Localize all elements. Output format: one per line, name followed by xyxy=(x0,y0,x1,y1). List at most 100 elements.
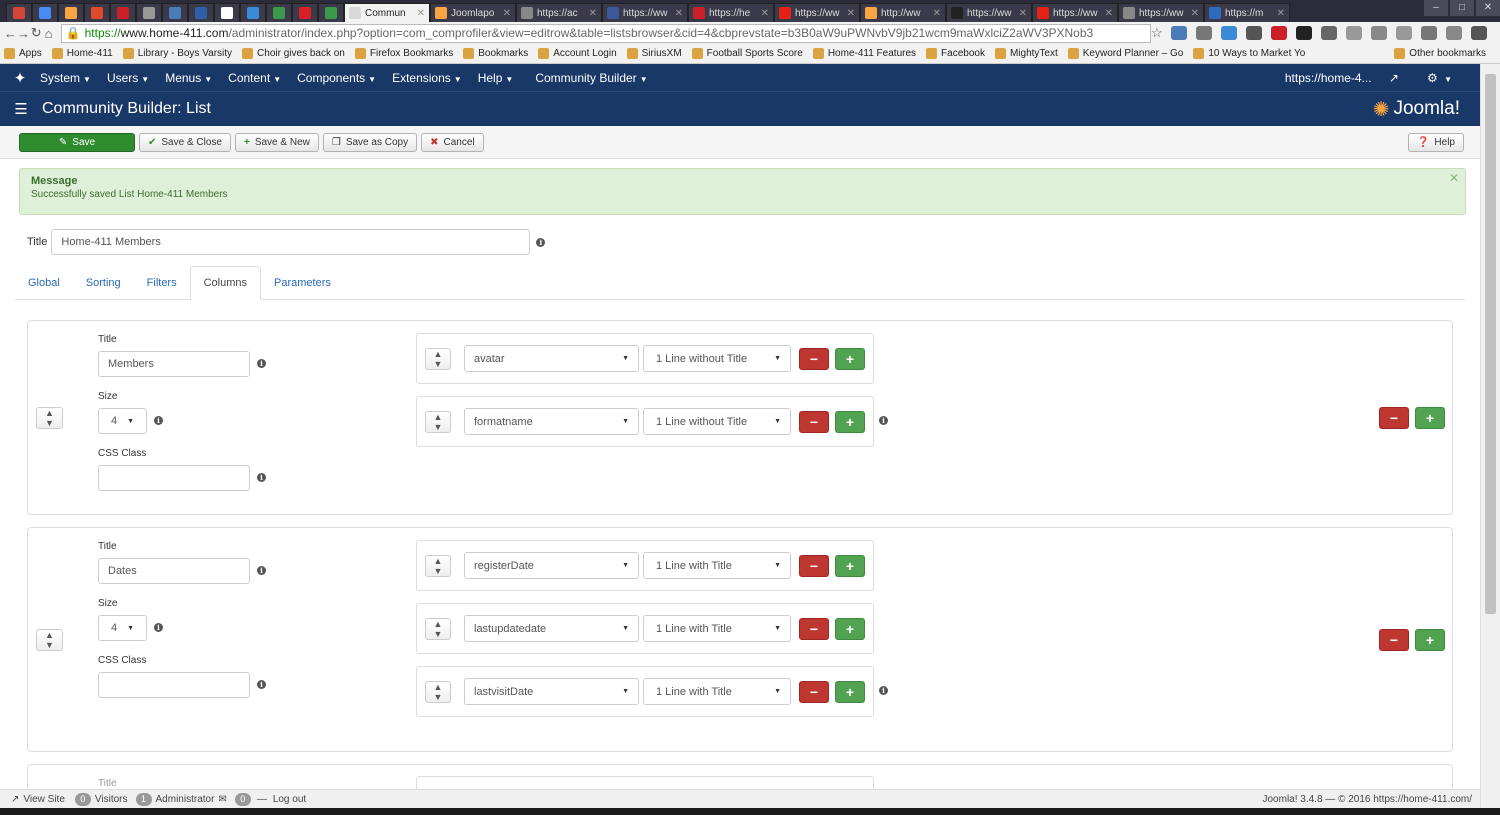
remove-field-button[interactable]: − xyxy=(799,411,829,433)
extension-icon[interactable] xyxy=(1320,26,1337,40)
extension-icon[interactable] xyxy=(1270,26,1287,40)
menu-users[interactable]: Users ▼ xyxy=(107,71,149,85)
bookmark-item[interactable]: SiriusXM xyxy=(626,48,682,59)
save-new-button[interactable]: + Save & New xyxy=(234,132,319,152)
close-tab-icon[interactable]: ✕ xyxy=(844,8,855,19)
display-select[interactable]: 1 Line without Title ▼ xyxy=(643,345,791,372)
user-settings-gear-icon[interactable]: ⚙ ▼ xyxy=(1427,71,1466,85)
field-select[interactable]: avatar ▼ xyxy=(464,345,639,372)
other-bookmarks[interactable]: Other bookmarks xyxy=(1394,48,1486,59)
tab-sorting[interactable]: Sorting xyxy=(73,266,134,299)
maximize-icon[interactable]: □ xyxy=(1450,0,1474,16)
add-field-button[interactable]: + xyxy=(835,681,865,703)
extension-icon[interactable] xyxy=(1170,26,1187,40)
forward-icon[interactable]: → xyxy=(17,26,30,41)
close-window-icon[interactable]: ✕ xyxy=(1476,0,1500,16)
save-button[interactable]: ✎ Save xyxy=(19,132,135,152)
add-column-button[interactable]: + xyxy=(1415,629,1445,651)
site-link[interactable]: https://home-4... ↗ xyxy=(1285,71,1413,85)
view-site-link[interactable]: View Site xyxy=(23,794,65,805)
menu-menus[interactable]: Menus ▼ xyxy=(165,71,212,85)
menu-components[interactable]: Components ▼ xyxy=(297,71,376,85)
browser-tab[interactable] xyxy=(318,3,344,22)
bookmark-item[interactable]: Library - Boys Varsity xyxy=(122,48,232,59)
bookmark-item[interactable]: Football Sports Score xyxy=(691,48,803,59)
save-copy-button[interactable]: ❐ Save as Copy xyxy=(322,132,418,152)
browser-tab[interactable] xyxy=(162,3,188,22)
bookmark-item[interactable]: Facebook xyxy=(926,48,985,59)
bookmark-item[interactable]: Keyword Planner – Go xyxy=(1067,48,1183,59)
menu-content[interactable]: Content ▼ xyxy=(228,71,281,85)
remove-field-button[interactable]: − xyxy=(799,555,829,577)
close-tab-icon[interactable]: ✕ xyxy=(758,8,769,19)
tab-global[interactable]: Global xyxy=(15,266,73,299)
browser-tab[interactable] xyxy=(58,3,84,22)
bookmark-item[interactable]: Home-411 xyxy=(51,48,113,59)
extension-icon[interactable] xyxy=(1195,26,1212,40)
field-select[interactable]: lastupdatedate ▼ xyxy=(464,615,639,642)
field-select[interactable]: registerDate ▼ xyxy=(464,552,639,579)
add-field-button[interactable]: + xyxy=(835,555,865,577)
close-tab-icon[interactable]: ✕ xyxy=(1102,8,1113,19)
bookmark-item[interactable]: MightyText xyxy=(994,48,1058,59)
close-tab-icon[interactable]: ✕ xyxy=(672,8,683,19)
browser-tab[interactable]: https://ww ✕ xyxy=(1032,3,1118,22)
bookmark-item[interactable]: Apps xyxy=(4,48,42,59)
tab-columns[interactable]: Columns xyxy=(189,266,262,300)
remove-column-button[interactable]: − xyxy=(1379,407,1409,429)
add-field-button[interactable]: + xyxy=(835,348,865,370)
browser-tab[interactable]: https://ww ✕ xyxy=(946,3,1032,22)
sort-handle-icon[interactable]: ▲ ▼ xyxy=(425,681,451,703)
extension-icon[interactable] xyxy=(1370,26,1387,40)
column-title-input[interactable]: Dates xyxy=(98,558,250,584)
vertical-scrollbar[interactable] xyxy=(1480,64,1500,808)
tab-parameters[interactable]: Parameters xyxy=(261,266,344,299)
close-tab-icon[interactable]: ✕ xyxy=(1274,8,1285,19)
close-tab-icon[interactable]: ✕ xyxy=(1188,8,1199,19)
browser-tab[interactable] xyxy=(32,3,58,22)
browser-tab[interactable]: https://m ✕ xyxy=(1204,3,1290,22)
sort-handle-icon[interactable]: ▲ ▼ xyxy=(36,629,63,651)
extension-icon[interactable] xyxy=(1395,26,1412,40)
help-button[interactable]: ❓ Help xyxy=(1407,132,1464,152)
title-input[interactable]: Home-411 Members xyxy=(51,229,531,255)
logout-link[interactable]: Log out xyxy=(273,794,306,805)
column-size-select[interactable]: 4 ▼ xyxy=(98,615,147,641)
sort-handle-icon[interactable]: ▲ ▼ xyxy=(425,411,451,433)
display-select[interactable]: 1 Line with Title ▼ xyxy=(643,615,791,642)
home-icon[interactable]: ⌂ xyxy=(42,26,54,41)
browser-tab[interactable] xyxy=(6,3,32,22)
bookmark-item[interactable]: Firefox Bookmarks xyxy=(354,48,453,59)
browser-tab[interactable] xyxy=(292,3,318,22)
menu-extensions[interactable]: Extensions ▼ xyxy=(392,71,462,85)
remove-field-button[interactable]: − xyxy=(799,618,829,640)
browser-tab[interactable]: https://ww ✕ xyxy=(602,3,688,22)
save-close-button[interactable]: ✔ Save & Close xyxy=(139,132,231,152)
field-select[interactable]: formatname ▼ xyxy=(464,408,639,435)
menu-system[interactable]: System ▼ xyxy=(40,71,91,85)
extension-icon[interactable] xyxy=(1445,26,1462,40)
column-css-input[interactable] xyxy=(98,672,250,698)
bookmark-item[interactable]: Home-411 Features xyxy=(812,48,916,59)
browser-tab[interactable] xyxy=(188,3,214,22)
sort-handle-icon[interactable]: ▲ ▼ xyxy=(36,407,63,429)
scrollbar-thumb[interactable] xyxy=(1485,74,1496,614)
cancel-button[interactable]: ✖ Cancel xyxy=(421,132,484,152)
close-tab-icon[interactable]: ✕ xyxy=(586,8,597,19)
menu-help[interactable]: Help ▼ xyxy=(478,71,514,85)
minimize-icon[interactable]: – xyxy=(1424,0,1448,16)
field-select[interactable]: lastvisitDate ▼ xyxy=(464,678,639,705)
browser-tab[interactable] xyxy=(214,3,240,22)
bookmark-item[interactable]: Bookmarks xyxy=(463,48,528,59)
close-icon[interactable]: ✕ xyxy=(1449,171,1459,185)
browser-tab[interactable]: Commun ✕ xyxy=(344,3,430,22)
sort-handle-icon[interactable]: ▲ ▼ xyxy=(425,618,451,640)
close-tab-icon[interactable]: ✕ xyxy=(500,8,511,19)
browser-tab[interactable] xyxy=(110,3,136,22)
bookmark-item[interactable]: Choir gives back on xyxy=(242,48,345,59)
reload-icon[interactable]: ↻ xyxy=(30,25,42,41)
joomla-logo-icon[interactable]: ✦ xyxy=(0,69,40,87)
browser-tab[interactable] xyxy=(240,3,266,22)
display-select[interactable]: 1 Line with Title ▼ xyxy=(643,552,791,579)
browser-tab[interactable] xyxy=(266,3,292,22)
